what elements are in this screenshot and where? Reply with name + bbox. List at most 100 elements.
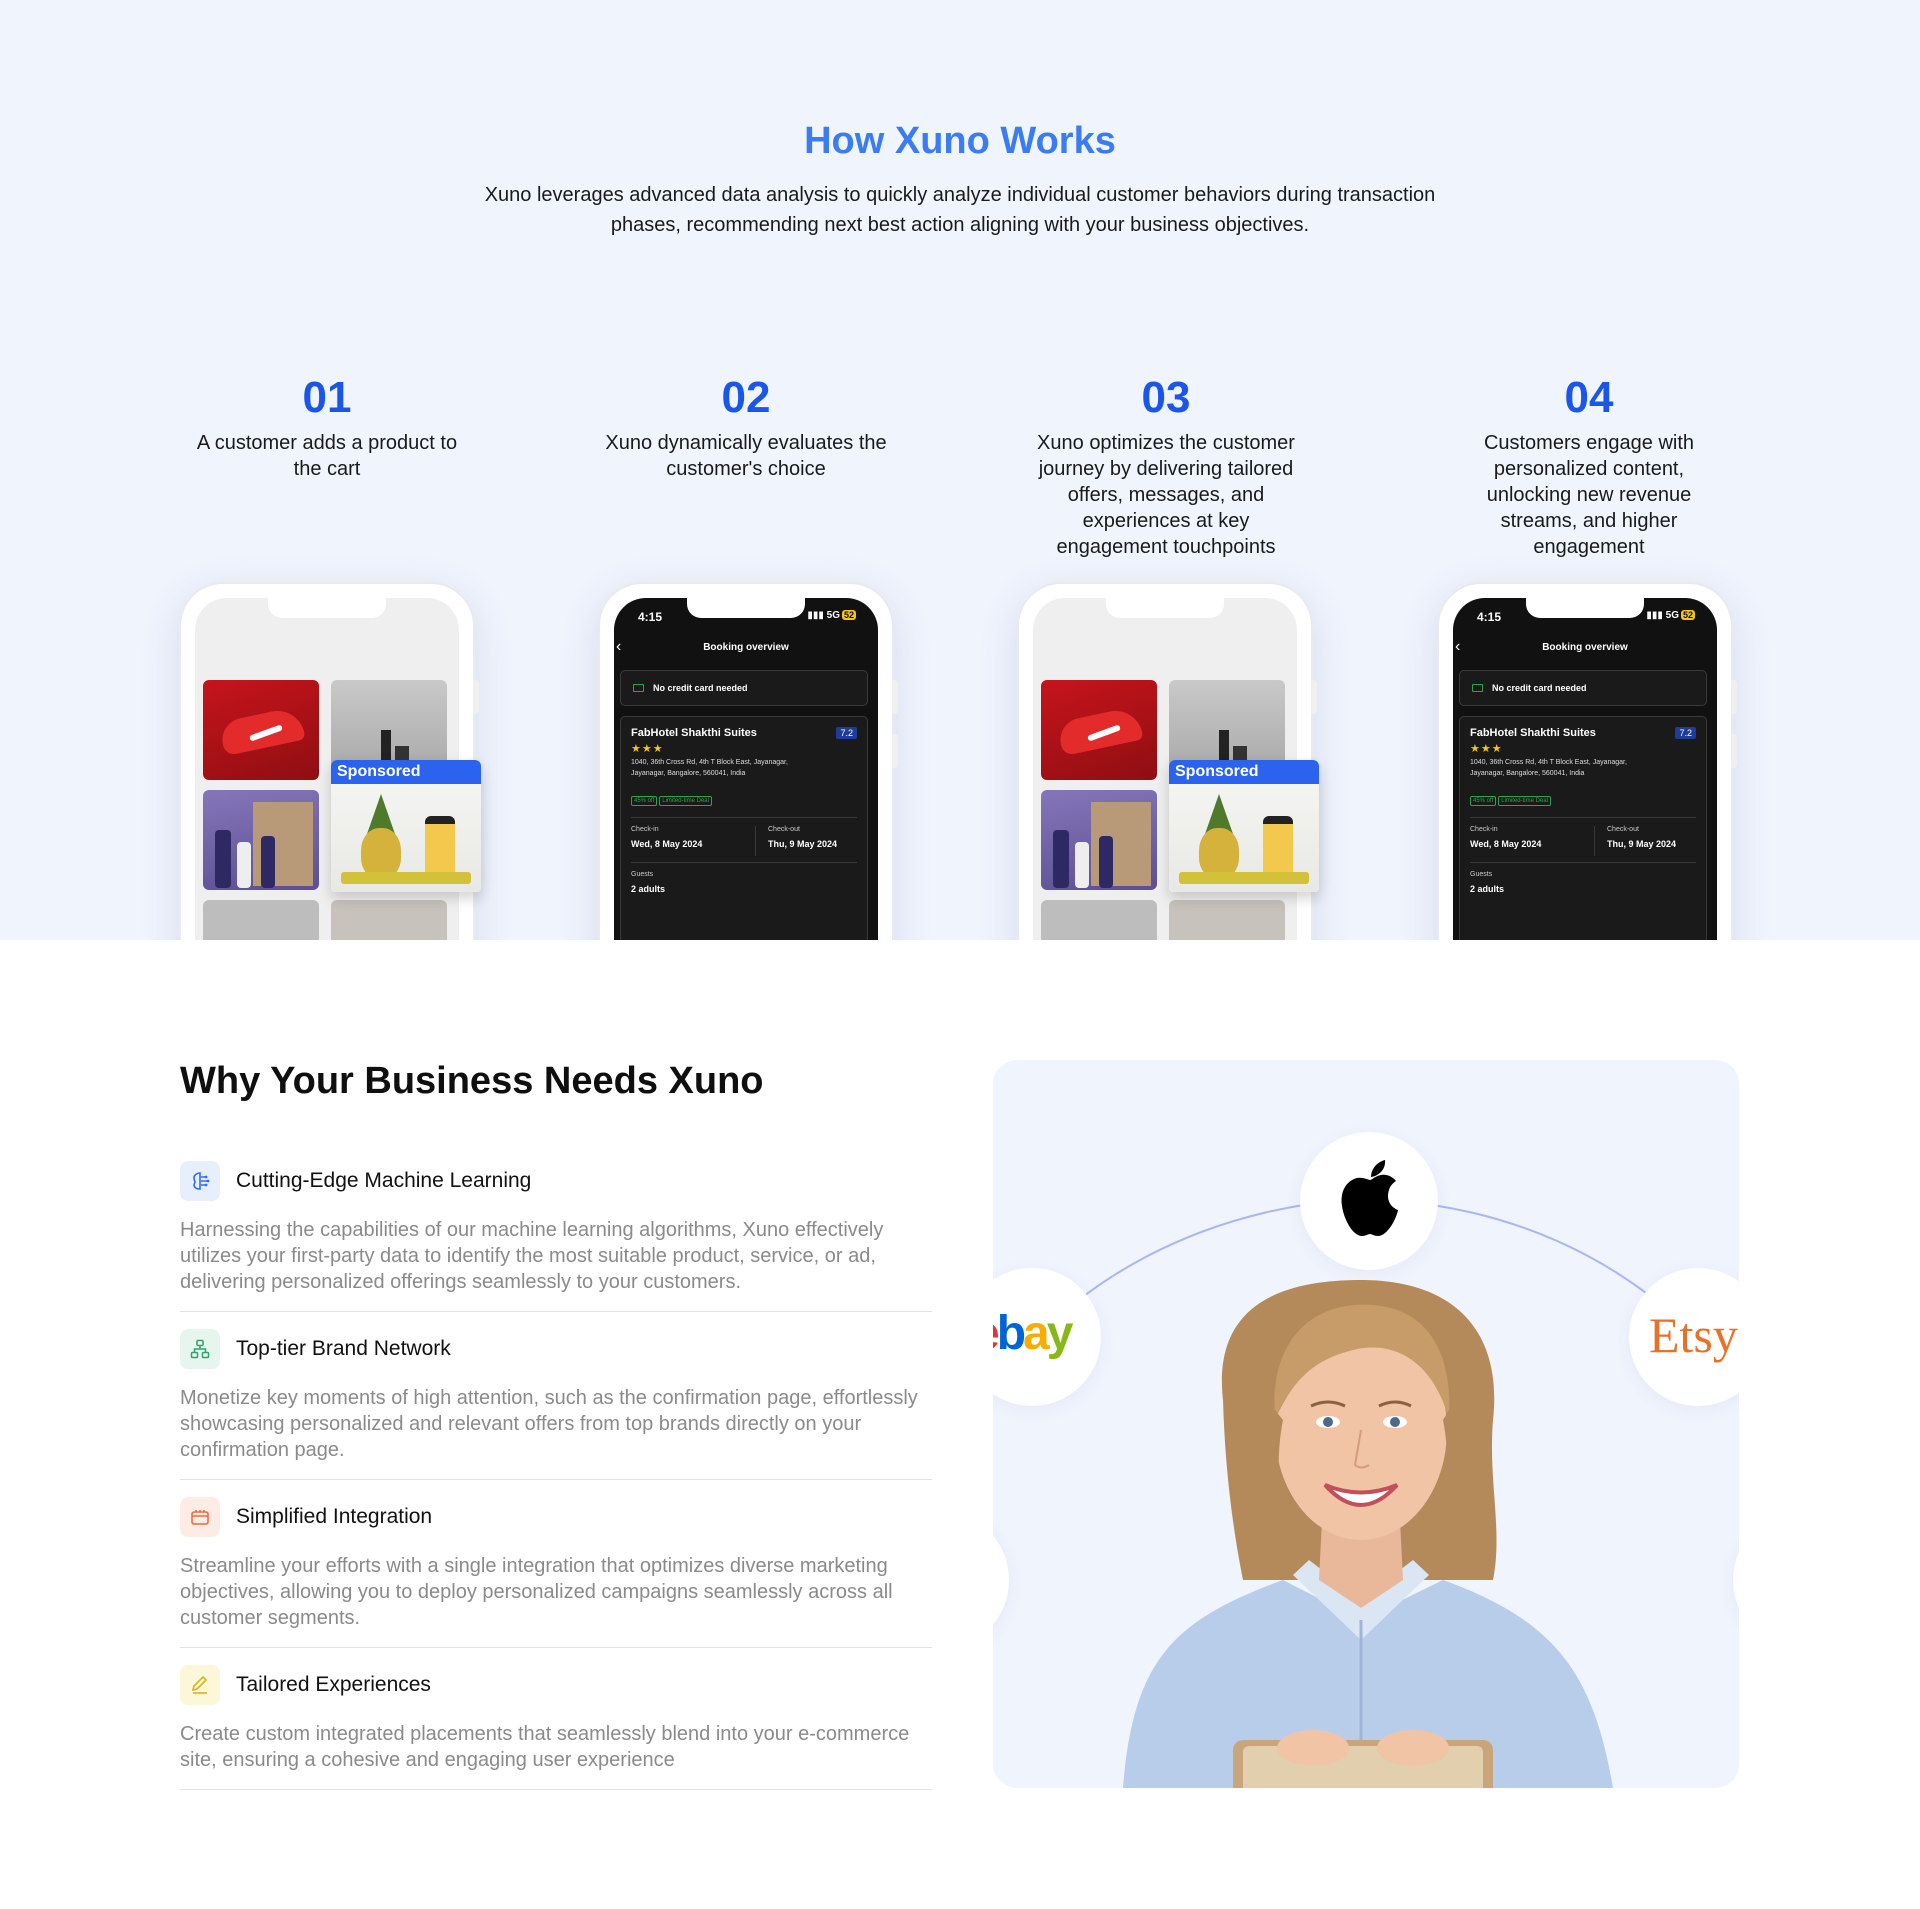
credit-card-icon [1472,684,1483,692]
no-credit-card-banner: No credit card needed [620,670,868,706]
phone-side-button [1731,734,1737,768]
rating-badge: 7.2 [836,727,857,739]
battery-icon: 52 [1680,610,1695,620]
star-rating: ★★★ [1470,743,1503,755]
phone-mockup-product-grid: Sponsored [1017,582,1319,940]
product-image [203,900,319,940]
feature-description: Streamline your efforts with a single in… [180,1555,893,1629]
phone-mockup-booking: 4:15 ▮▮▮ 5G 52 ‹ Booking overview No cred… [598,582,898,940]
phone-mockup-product-grid: Sponsored [179,582,481,940]
step-number: 04 [1564,373,1614,422]
credit-card-icon [633,684,644,692]
phone-side-button [1311,680,1317,714]
booking-header: Booking overview [703,642,789,653]
step-description: A customer adds a product to the cart [196,432,458,480]
phone-side-button [1731,680,1737,714]
checkin-label: Check-in [1470,826,1498,833]
hotel-address: 1040, 36th Cross Rd, 4th T Block East, J… [1470,759,1627,777]
product-image-pineapple-juice [331,784,481,892]
banner-text: No credit card needed [653,683,748,693]
divider [180,1311,932,1312]
sponsored-product-card[interactable]: Sponsored [1169,760,1319,892]
checkout-label: Check-out [1607,826,1639,833]
status-time: 4:15 [638,610,663,624]
section-title: How Xuno Works [804,120,1116,162]
feature-description: Monetize key moments of high attention, … [180,1387,918,1461]
feature-machine-learning: Cutting-Edge Machine Learning Harnessing… [180,1161,932,1312]
product-image-skincare [203,790,319,890]
deal-chips: 45% off Limited-time Deal [631,789,857,807]
hotel-card: FabHotel Shakthi Suites 7.2 ★★★ 1040, 36… [620,716,868,940]
step-1: 01 A customer adds a product to the cart [177,372,477,482]
network-label: 5G [826,610,840,621]
checkin-date: Wed, 8 May 2024 [631,839,703,849]
product-image-sneaker [1041,680,1157,780]
pencil-icon [180,1665,220,1705]
sponsored-badge: Sponsored [1169,760,1319,784]
stay-dates: Check-in Wed, 8 May 2024 Check-out Thu, 9 … [631,826,857,860]
guests-label: Guests [631,871,654,878]
battery-icon: 52 [841,610,856,620]
feature-brand-network: Top-tier Brand Network Monetize key mome… [180,1329,932,1480]
phone-screen: 4:15 ▮▮▮ 5G 52 ‹ Booking overview No cred… [614,598,878,940]
how-it-works-section: How Xuno Works Xuno leverages advanced d… [0,0,1920,940]
discount-chip: 45% off [1470,796,1497,806]
step-2: 02 Xuno dynamically evaluates the custom… [596,372,896,482]
phone-notch [687,598,805,618]
rating-badge: 7.2 [1675,727,1696,739]
feature-description: Harnessing the capabilities of our machi… [180,1219,884,1293]
checkout-date: Thu, 9 May 2024 [768,839,838,849]
product-image [331,900,447,940]
divider [180,1479,932,1480]
integration-icon [180,1497,220,1537]
feature-tailored-experiences: Tailored Experiences Create custom integ… [180,1665,932,1790]
checkin-label: Check-in [631,826,659,833]
phone-mockup-booking: 4:15 ▮▮▮ 5G 52 ‹ Booking overview No cred… [1437,582,1737,940]
phone-screen: 4:15 ▮▮▮ 5G 52 ‹ Booking overview No cred… [1453,598,1717,940]
step-description: Xuno dynamically evaluates the customer'… [605,432,887,480]
divider [180,1647,932,1648]
product-image [1169,900,1285,940]
product-image-pineapple-juice [1169,784,1319,892]
discount-chip: 45% off [631,796,658,806]
product-image [1041,900,1157,940]
divider [1470,817,1696,818]
divider [631,862,857,863]
status-icons: ▮▮▮ 5G 52 [807,610,856,621]
feature-title: Top-tier Brand Network [236,1337,451,1360]
hotel-name: FabHotel Shakthi Suites [1470,727,1596,739]
deal-chip: Limited-time Deal [659,796,712,806]
guests-value: 2 adults [1470,884,1505,894]
phone-notch [268,598,386,618]
feature-description: Create custom integrated placements that… [180,1723,910,1771]
phone-side-button [473,680,479,714]
star-rating: ★★★ [631,743,664,755]
guests-label: Guests [1470,871,1493,878]
checkout-label: Check-out [768,826,800,833]
step-number: 02 [721,373,771,422]
product-image-sneaker [203,680,319,780]
deal-chip: Limited-time Deal [1498,796,1551,806]
sponsored-badge: Sponsored [331,760,481,784]
step-number: 03 [1141,373,1191,422]
businesswoman-image [1123,1280,1613,1788]
phone-notch [1106,598,1224,618]
section-subtitle: Xuno leverages advanced data analysis to… [484,184,1436,236]
network-label: 5G [1665,610,1679,621]
brain-icon [180,1161,220,1201]
sponsored-product-card[interactable]: Sponsored [331,760,481,892]
feature-title: Tailored Experiences [236,1673,431,1696]
brand-network-illustration: ebay Etsy [993,1060,1739,1788]
hotel-name: FabHotel Shakthi Suites [631,727,757,739]
hotel-address: 1040, 36th Cross Rd, 4th T Block East, J… [631,759,788,777]
phone-notch [1526,598,1644,618]
stay-dates: Check-in Wed, 8 May 2024 Check-out Thu, 9 … [1470,826,1696,860]
feature-title: Cutting-Edge Machine Learning [236,1169,532,1192]
hotel-card: FabHotel Shakthi Suites 7.2 ★★★ 1040, 36… [1459,716,1707,940]
step-3: 03 Xuno optimizes the customer journey b… [1016,372,1316,560]
feature-simplified-integration: Simplified Integration Streamline your e… [180,1497,932,1648]
phone-side-button [892,680,898,714]
status-time: 4:15 [1477,610,1502,624]
no-credit-card-banner: No credit card needed [1459,670,1707,706]
step-description: Customers engage with personalized conte… [1483,432,1695,558]
